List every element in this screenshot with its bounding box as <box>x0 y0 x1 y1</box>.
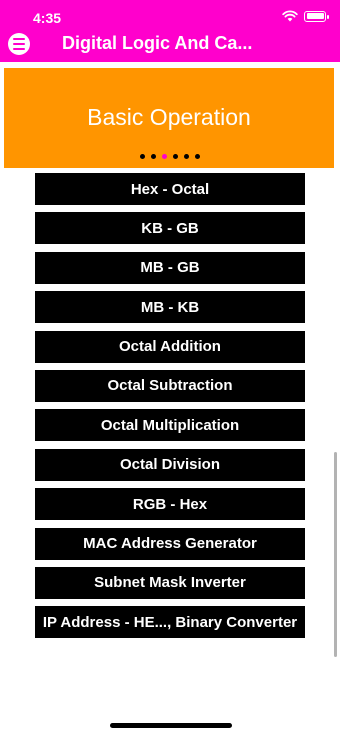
operation-button[interactable]: RGB - Hex <box>35 488 305 521</box>
page-dot[interactable] <box>140 154 145 159</box>
menu-icon-line <box>13 43 25 45</box>
page-dot[interactable] <box>184 154 189 159</box>
operation-button[interactable]: Hex - Octal <box>35 173 305 205</box>
banner-text: Basic Operation <box>87 104 251 130</box>
status-time: 4:35 <box>33 10 62 26</box>
battery-icon <box>304 10 329 22</box>
app-title: Digital Logic And Ca... <box>62 33 253 53</box>
menu-icon-line <box>13 38 25 40</box>
operation-button[interactable]: Octal Subtraction <box>35 369 305 402</box>
home-indicator[interactable] <box>110 723 232 728</box>
page-dot[interactable] <box>173 154 178 159</box>
operation-button[interactable]: Octal Multiplication <box>35 409 305 442</box>
operation-list: Hex - Octal KB - GB MB - GB MB - KB Octal Ad… <box>35 173 305 646</box>
operation-button[interactable]: MB - KB <box>35 291 305 324</box>
wifi-icon <box>282 10 298 22</box>
menu-icon-line <box>13 48 25 50</box>
page-dot[interactable] <box>151 154 156 159</box>
page-indicator[interactable] <box>0 154 340 159</box>
operation-button[interactable]: Subnet Mask Inverter <box>35 566 305 599</box>
page-dot[interactable] <box>162 154 167 159</box>
scrollbar[interactable] <box>334 452 337 657</box>
operation-button[interactable]: MB - GB <box>35 251 305 284</box>
operation-button[interactable]: Octal Division <box>35 448 305 481</box>
status-icons <box>282 10 329 22</box>
operation-button[interactable]: IP Address - HE..., Binary Converter <box>35 606 305 639</box>
operation-button[interactable]: Octal Addition <box>35 330 305 363</box>
operation-button[interactable]: MAC Address Generator <box>35 527 305 560</box>
page-dot[interactable] <box>195 154 200 159</box>
banner-slide[interactable]: Basic Operation <box>4 68 334 168</box>
operation-button[interactable]: KB - GB <box>35 212 305 245</box>
menu-button[interactable] <box>8 33 30 55</box>
app-header: 4:35 Digital Logic And Ca... <box>0 0 340 62</box>
